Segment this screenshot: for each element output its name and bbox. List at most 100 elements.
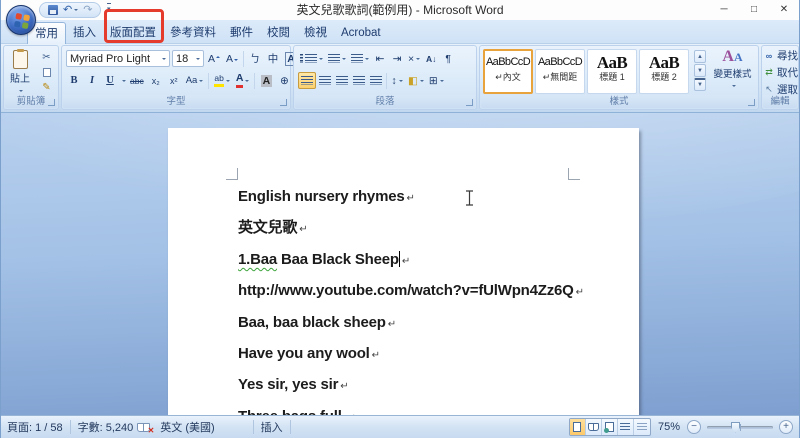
paragraph-dialog-launcher[interactable]: [466, 99, 473, 106]
office-button[interactable]: [6, 5, 36, 35]
font-dialog-launcher[interactable]: [280, 99, 287, 106]
underline-button[interactable]: U: [102, 72, 118, 89]
bullets-button[interactable]: [298, 50, 325, 67]
fullscreen-reading-view-button[interactable]: [586, 419, 602, 435]
document-area[interactable]: English nursery rhymes↵英文兒歌↵1.Baa Baa Bl…: [1, 113, 799, 415]
align-center-button[interactable]: [317, 72, 333, 89]
proofing-status[interactable]: ✕: [137, 422, 152, 433]
close-button[interactable]: ✕: [769, 0, 799, 20]
style-card-heading1[interactable]: AaB標題 1: [587, 49, 637, 94]
document-line[interactable]: Have you any wool↵: [238, 339, 584, 370]
tab-insert[interactable]: 插入: [66, 22, 103, 44]
cut-button[interactable]: ✂: [37, 50, 56, 64]
font-group: Myriad Pro Light 18 A A ㄅ 中 A B I U abc …: [61, 45, 291, 110]
styles-dialog-launcher[interactable]: [748, 99, 755, 106]
language-indicator[interactable]: 英文 (美國): [160, 419, 214, 435]
distributed-button[interactable]: [368, 72, 384, 89]
character-shading-button[interactable]: A: [258, 72, 274, 89]
document-line[interactable]: Three bags full.↵: [238, 402, 584, 415]
draft-view-button[interactable]: [634, 419, 650, 435]
asian-layout-button[interactable]: 中: [265, 50, 281, 67]
gallery-expand-button[interactable]: ▼: [694, 78, 706, 91]
tab-acrobat[interactable]: Acrobat: [334, 22, 388, 44]
zoom-level[interactable]: 75%: [658, 421, 680, 433]
document-page[interactable]: English nursery rhymes↵英文兒歌↵1.Baa Baa Bl…: [168, 128, 639, 415]
style-name: 標題 1: [588, 70, 636, 84]
replace-label: 取代: [777, 65, 798, 80]
gallery-up-button[interactable]: ▲: [694, 50, 706, 63]
shading-button[interactable]: ◧: [406, 72, 426, 89]
document-line[interactable]: Yes sir, yes sir↵: [238, 370, 584, 401]
line-spacing-icon: ↕: [391, 75, 396, 87]
zoom-slider-thumb[interactable]: [731, 422, 740, 433]
grow-font-button[interactable]: A: [206, 50, 222, 67]
font-color-button[interactable]: A: [234, 72, 252, 89]
insert-mode-indicator[interactable]: 插入: [261, 419, 283, 435]
copy-button[interactable]: [37, 65, 56, 79]
zoom-slider[interactable]: [707, 426, 773, 429]
chevron-down-icon: [732, 85, 736, 89]
paste-button[interactable]: 貼上: [7, 49, 33, 96]
change-styles-button[interactable]: AA 變更樣式: [709, 48, 756, 96]
clipboard-dialog-launcher[interactable]: [48, 99, 55, 106]
document-text[interactable]: English nursery rhymes↵英文兒歌↵1.Baa Baa Bl…: [238, 182, 584, 415]
word-count[interactable]: 字數: 5,240: [78, 419, 134, 435]
multilevel-list-button[interactable]: [349, 50, 371, 67]
superscript-button[interactable]: x²: [166, 72, 182, 89]
show-marks-button[interactable]: ¶: [440, 50, 456, 67]
outline-view-button[interactable]: [618, 419, 634, 435]
find-button[interactable]: ∞尋找: [762, 46, 798, 63]
page-indicator[interactable]: 頁面: 1 / 58: [7, 419, 63, 435]
increase-indent-button[interactable]: ⇥: [389, 50, 405, 67]
save-button[interactable]: [48, 5, 58, 15]
numbering-button[interactable]: [326, 50, 348, 67]
tab-review[interactable]: 校閱: [260, 22, 297, 44]
zoom-in-button[interactable]: +: [779, 420, 793, 434]
change-case-button[interactable]: Aa: [184, 72, 206, 89]
asian-layout-menu-button[interactable]: ×: [406, 50, 422, 67]
redo-button[interactable]: ↷: [83, 5, 92, 16]
document-line[interactable]: http://www.youtube.com/watch?v=fUlWpn4Zz…: [238, 276, 584, 307]
maximize-button[interactable]: □: [739, 0, 769, 20]
bold-button[interactable]: B: [66, 72, 82, 89]
zoom-out-button[interactable]: −: [687, 420, 701, 434]
align-left-button[interactable]: [298, 72, 316, 89]
phonetic-guide-button[interactable]: ㄅ: [247, 50, 263, 67]
italic-button[interactable]: I: [84, 72, 100, 89]
style-card-no-spacing[interactable]: AaBbCcD↵無間距: [535, 49, 585, 94]
document-line[interactable]: Baa, baa black sheep↵: [238, 308, 584, 339]
font-size-combo[interactable]: 18: [172, 50, 204, 67]
style-card-normal[interactable]: AaBbCcD↵內文: [483, 49, 533, 94]
shrink-font-button[interactable]: A: [224, 50, 240, 67]
tab-mailings[interactable]: 郵件: [223, 22, 260, 44]
decrease-indent-button[interactable]: ⇤: [372, 50, 388, 67]
borders-icon: ⊞: [429, 75, 438, 87]
chevron-down-icon: [399, 80, 403, 84]
highlight-color-button[interactable]: ab: [212, 72, 231, 89]
undo-button[interactable]: ↶: [63, 5, 78, 16]
subscript-button[interactable]: x₂: [148, 72, 164, 89]
font-name-combo[interactable]: Myriad Pro Light: [66, 50, 170, 67]
styles-group-label: 樣式: [481, 95, 757, 108]
print-layout-view-button[interactable]: [570, 419, 586, 435]
format-painter-button[interactable]: ✎: [37, 80, 56, 94]
style-card-heading2[interactable]: AaB標題 2: [639, 49, 689, 94]
justify-button[interactable]: [351, 72, 367, 89]
enclose-characters-button[interactable]: ⊕: [276, 72, 292, 89]
web-layout-view-button[interactable]: [602, 419, 618, 435]
line-spacing-button[interactable]: ↕: [389, 72, 405, 89]
web-layout-icon: [605, 422, 614, 432]
gallery-down-button[interactable]: ▼: [694, 64, 706, 77]
borders-button[interactable]: ⊞: [427, 72, 446, 89]
document-line[interactable]: 1.Baa Baa Black Sheep↵: [238, 245, 584, 276]
strikethrough-button[interactable]: abc: [128, 72, 146, 89]
tab-view[interactable]: 檢視: [297, 22, 334, 44]
tab-references[interactable]: 參考資料: [163, 22, 223, 44]
replace-button[interactable]: ⇄取代: [762, 63, 798, 80]
document-line[interactable]: English nursery rhymes↵: [238, 182, 584, 213]
sort-button[interactable]: A↓: [423, 50, 439, 67]
minimize-button[interactable]: ─: [709, 0, 739, 20]
outline-view-icon: [620, 423, 630, 432]
document-line[interactable]: 英文兒歌↵: [238, 213, 584, 244]
align-right-button[interactable]: [334, 72, 350, 89]
